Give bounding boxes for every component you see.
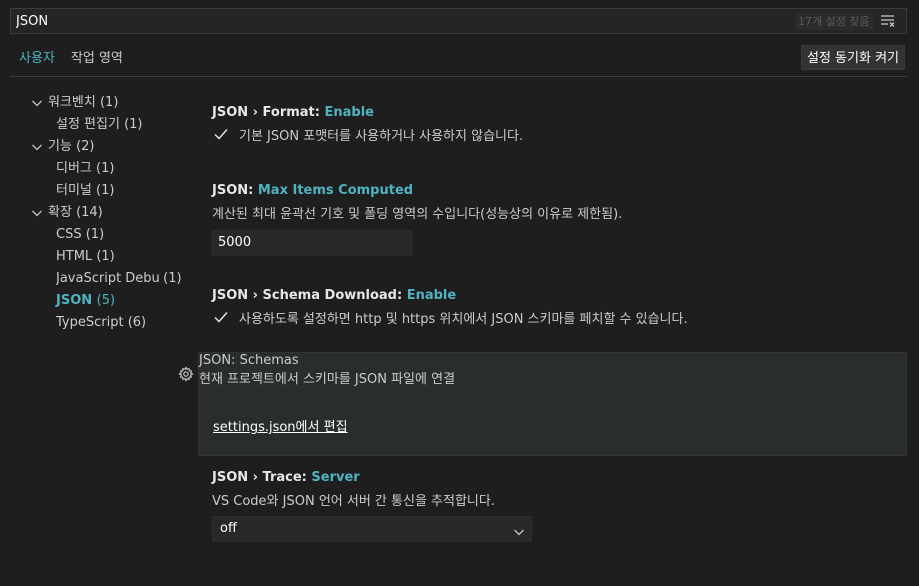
chevron-down-icon	[31, 136, 43, 158]
setting-description: 기본 JSON 포맷터를 사용하거나 사용하지 않습니다.	[239, 129, 524, 144]
toc-item-typescript[interactable]: TypeScript (6)	[26, 312, 196, 334]
chevron-down-icon	[31, 92, 43, 114]
settings-scope-tabs: 사용자 작업 영역	[11, 46, 131, 77]
chevron-down-icon	[513, 523, 525, 536]
tab-user[interactable]: 사용자	[11, 46, 63, 77]
setting-title: JSON › Trace: Server	[212, 470, 360, 485]
edit-in-settings-json-link[interactable]: settings.json에서 편집	[213, 416, 348, 435]
setting-description: 계산된 최대 윤곽선 기호 및 폴딩 영역의 수입니다(성능상의 이유로 제한됨…	[212, 207, 623, 222]
toc-item-javascript-debugger[interactable]: JavaScript Debu... (1)	[26, 268, 196, 290]
gear-icon[interactable]	[178, 366, 194, 382]
toc-item-css[interactable]: CSS (1)	[26, 224, 196, 246]
setting-json-schemas: JSON: Schemas 현재 프로젝트에서 스키마를 JSON 파일에 연결…	[198, 352, 907, 456]
setting-description: VS Code와 JSON 언어 서버 간 통신을 추적합니다.	[212, 494, 495, 509]
toc-item-features[interactable]: 기능 (2)	[26, 136, 196, 158]
tab-workspace[interactable]: 작업 영역	[63, 46, 131, 77]
toc-item-html[interactable]: HTML (1)	[26, 246, 196, 268]
chevron-down-icon	[31, 202, 43, 224]
toc-item-json[interactable]: JSON (5)	[26, 290, 196, 312]
max-items-input[interactable]: 5000	[212, 230, 412, 256]
setting-description: 사용하도록 설정하면 http 및 https 위치에서 JSON 스키마를 페…	[239, 312, 688, 327]
settings-search-bar: 17개 설정 찾음	[10, 8, 907, 34]
setting-title: JSON: Schemas	[199, 353, 299, 368]
toc-item-debug[interactable]: 디버그 (1)	[26, 158, 196, 180]
clear-filter-icon[interactable]	[879, 13, 897, 29]
trace-server-select[interactable]: off	[212, 516, 532, 542]
settings-toc: 워크벤치 (1) 설정 편집기 (1) 기능 (2) 디버그 (1) 터미널 (…	[26, 92, 196, 334]
tabs-divider	[10, 76, 907, 77]
toc-item-settings-editor[interactable]: 설정 편집기 (1)	[26, 114, 196, 136]
schema-download-checkbox[interactable]	[212, 308, 230, 326]
setting-title: JSON › Format: Enable	[212, 105, 374, 120]
setting-description: 현재 프로젝트에서 스키마를 JSON 파일에 연결	[199, 372, 456, 387]
toc-item-workbench[interactable]: 워크벤치 (1)	[26, 92, 196, 114]
trace-server-value: off	[220, 521, 237, 536]
setting-title: JSON › Schema Download: Enable	[212, 288, 457, 303]
setting-title: JSON: Max Items Computed	[212, 183, 414, 198]
toc-item-terminal[interactable]: 터미널 (1)	[26, 180, 196, 202]
toc-item-extensions[interactable]: 확장 (14)	[26, 202, 196, 224]
format-enable-checkbox[interactable]	[212, 125, 230, 143]
result-count-badge: 17개 설정 찾음	[795, 13, 873, 30]
settings-sync-button[interactable]: 설정 동기화 켜기	[801, 45, 905, 70]
settings-search-input[interactable]	[16, 9, 776, 33]
